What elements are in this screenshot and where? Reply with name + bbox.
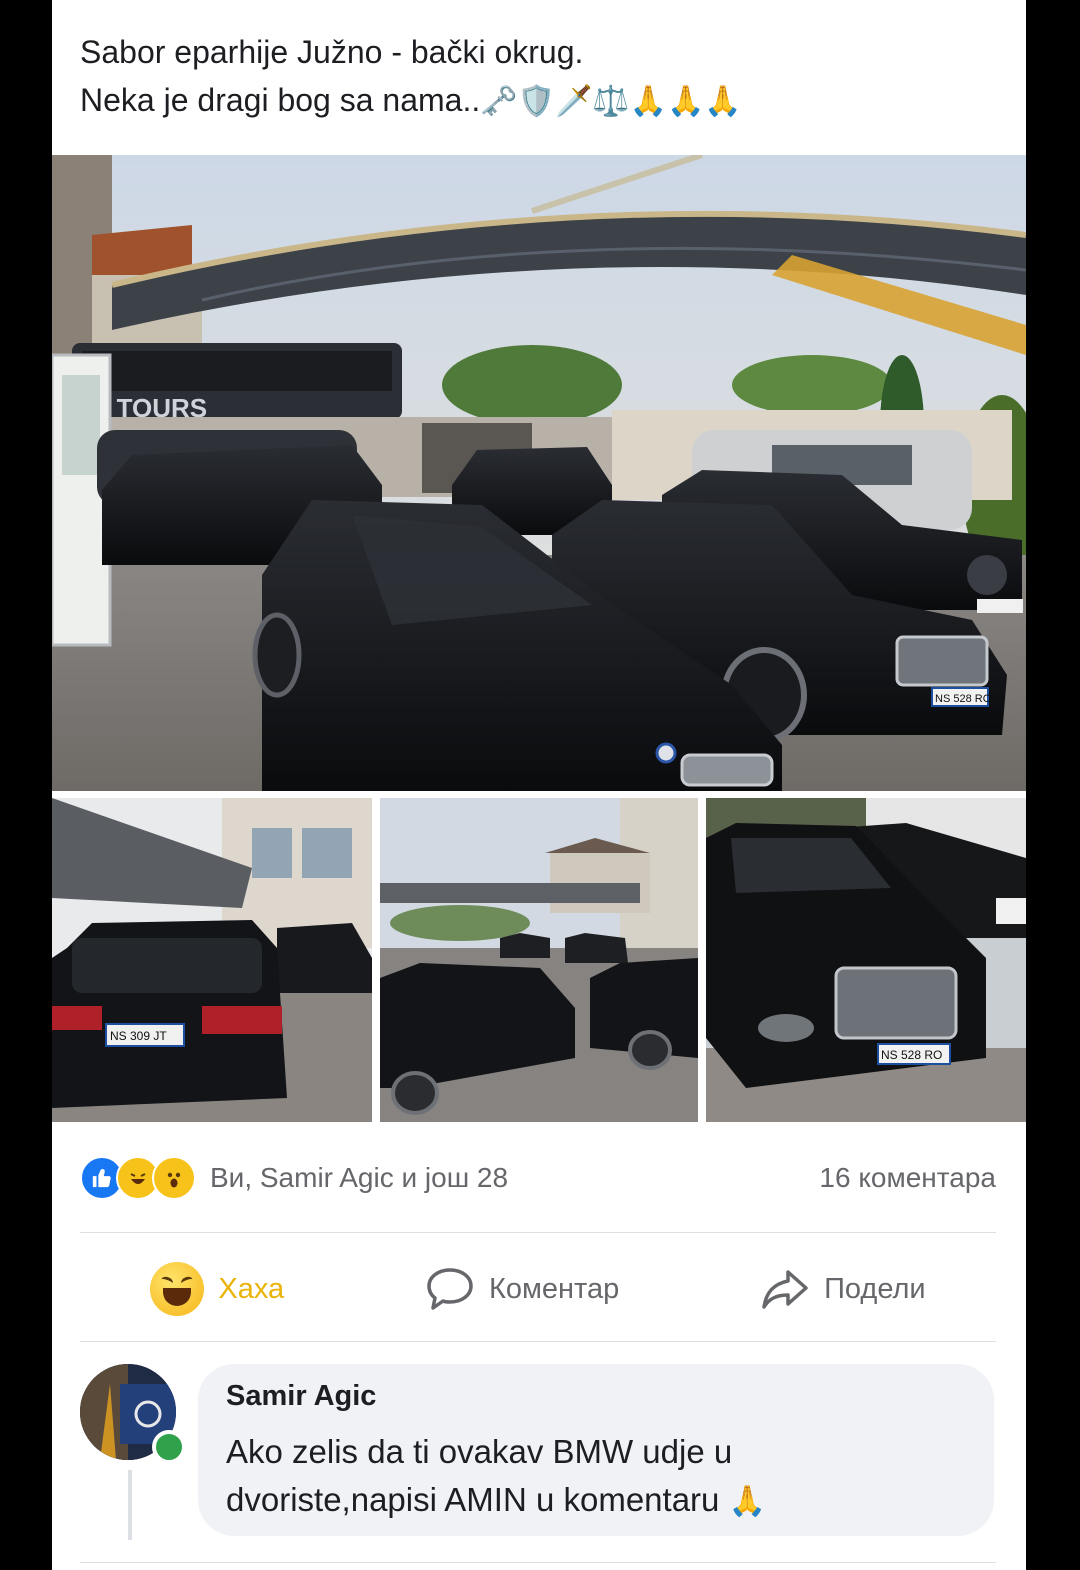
plate-thumb1-text: NS 309 JT (110, 1029, 167, 1043)
thumb-photo-2[interactable] (380, 798, 698, 1122)
divider (80, 1562, 996, 1563)
divider (80, 1232, 996, 1233)
plate-thumb3-text: NS 528 RO (881, 1048, 942, 1062)
comment-line-1: Ako zelis da ti ovakav BMW udje u (226, 1433, 733, 1470)
reactions-bar[interactable]: Ви, Samir Agic и још 28 16 коментара (80, 1156, 996, 1200)
comment-button[interactable]: Коментар (425, 1266, 619, 1312)
main-photo[interactable]: S TOURS NS 528 RO (52, 155, 1026, 791)
comment-emoji: 🙏 (728, 1484, 766, 1519)
online-status-dot (152, 1430, 186, 1464)
post-actions: Хаха Коментар Подели (80, 1250, 996, 1328)
thumb-photo-1[interactable]: NS 309 JT (52, 798, 372, 1122)
comment-count[interactable]: 16 коментара (819, 1162, 996, 1194)
comment-text: Ako zelis da ti ovakav BMW udje u dvoris… (226, 1428, 966, 1526)
comment-bubble[interactable]: Samir Agic Ako zelis da ti ovakav BMW ud… (198, 1364, 994, 1536)
post-card: Sabor eparhije Južno - bački okrug. Neka… (52, 0, 1026, 1570)
reaction-icons (80, 1156, 196, 1200)
comment-icon (427, 1268, 473, 1310)
post-text-line-2-text: Neka je dragi bog sa nama.. (80, 82, 481, 118)
post-text-line-1: Sabor eparhije Južno - bački okrug. (80, 34, 584, 70)
plate-main-text: NS 528 RO (935, 693, 992, 705)
divider (80, 1341, 996, 1342)
post-emojis: 🗝️🛡️🗡️⚖️🙏🙏🙏 (480, 84, 742, 119)
comment-line-2: dvoriste,napisi AMIN u komentaru 🙏 (226, 1476, 966, 1526)
share-icon (762, 1270, 808, 1309)
wow-icon (152, 1156, 196, 1200)
reaction-names[interactable]: Ви, Samir Agic и још 28 (210, 1162, 508, 1194)
post-text-line-2: Neka je dragi bog sa nama..🗝️🛡️🗡️⚖️🙏🙏🙏 (80, 76, 1000, 126)
thumb-photo-3[interactable]: NS 528 RO (706, 798, 1026, 1122)
haha-label: Хаха (218, 1272, 285, 1305)
share-button[interactable]: Подели (760, 1266, 926, 1312)
haha-button[interactable]: Хаха (150, 1262, 284, 1316)
share-label: Подели (824, 1272, 926, 1305)
comment-line-2-text: dvoriste,napisi AMIN u komentaru (226, 1481, 720, 1518)
comment-label: Коментар (488, 1272, 620, 1305)
thread-line (128, 1470, 132, 1540)
comment-author[interactable]: Samir Agic (226, 1380, 376, 1413)
haha-reaction-icon (150, 1262, 205, 1316)
post-text: Sabor eparhije Južno - bački okrug. Neka… (80, 28, 1000, 126)
